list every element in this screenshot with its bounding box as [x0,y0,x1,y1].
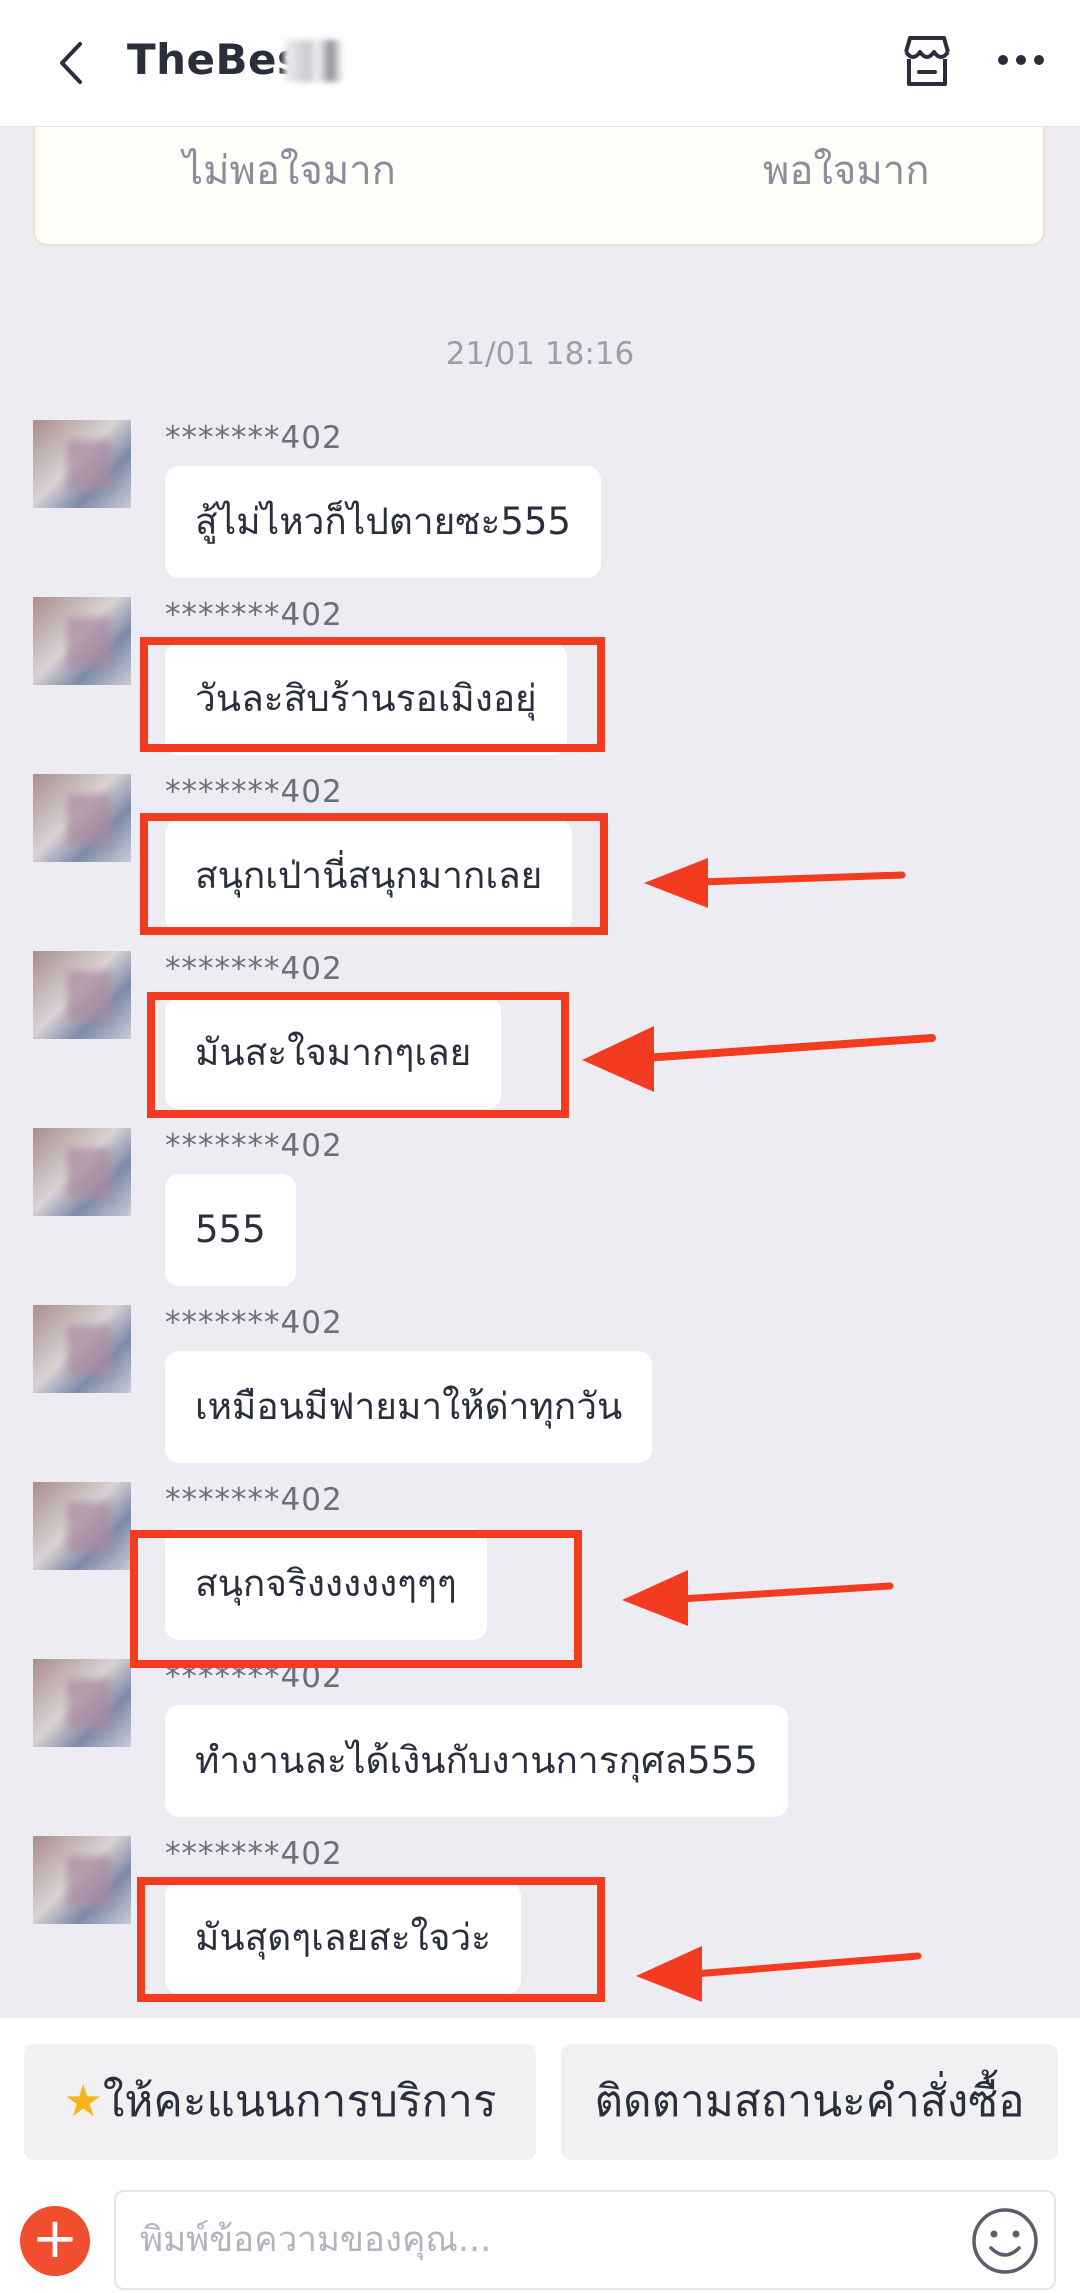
arrow-left-icon [644,858,906,908]
redacted-name-blur [284,40,342,82]
message-bubble[interactable]: เหมือนมีฟายมาให้ด่าทุกวัน [165,1351,653,1463]
more-icon[interactable] [996,52,1046,68]
sender-name: *******402 [165,1128,343,1164]
message-bubble[interactable]: 555 [165,1174,296,1286]
sender-name: *******402 [165,951,343,987]
chat-header: TheBest [0,0,1080,127]
arrow-left-icon [636,1946,922,2002]
service-rating-card: ไม่พอใจมาก พอใจมาก [33,110,1045,246]
message-input[interactable]: พิมพ์ข้อความของคุณ... [114,2190,1056,2290]
sender-name: *******402 [165,1482,343,1518]
avatar[interactable] [33,1305,131,1393]
track-order-label: ติดตามสถานะคำสั่งซื้อ [594,2076,1025,2127]
rating-very-satisfied[interactable]: พอใจมาก [763,138,929,202]
rating-very-dissatisfied[interactable]: ไม่พอใจมาก [183,138,396,202]
message-bubble[interactable]: สนุกจริงงงงงๆๆๆ [165,1528,487,1640]
store-icon[interactable] [898,32,956,90]
avatar[interactable] [33,1659,131,1747]
sender-name: *******402 [165,597,343,633]
rate-service-label: ให้คะแนนการบริการ [102,2076,497,2127]
message-bubble[interactable]: มันสะใจมากๆเลย [165,997,502,1109]
sender-name: *******402 [165,1659,343,1695]
arrow-left-icon [582,1026,936,1092]
star-icon: ★ [63,2076,103,2127]
emoji-icon[interactable] [970,2206,1040,2276]
avatar[interactable] [33,951,131,1039]
avatar[interactable] [33,774,131,862]
rate-service-button[interactable]: ★ให้คะแนนการบริการ [24,2044,536,2160]
message-bubble[interactable]: ทำงานละได้เงินกับงานการกุศล555 [165,1705,788,1817]
chat-timestamp: 21/01 18:16 [445,336,635,372]
avatar[interactable] [33,420,131,508]
track-order-button[interactable]: ติดตามสถานะคำสั่งซื้อ [561,2044,1058,2160]
quick-actions-bar: ★ให้คะแนนการบริการ ติดตามสถานะคำสั่งซื้อ [0,2018,1080,2178]
avatar[interactable] [33,597,131,685]
sender-name: *******402 [165,1836,343,1872]
message-input-bar: + พิมพ์ข้อความของคุณ... [0,2178,1080,2293]
sender-name: *******402 [165,420,343,456]
avatar[interactable] [33,1836,131,1924]
sender-name: *******402 [165,774,343,810]
message-bubble[interactable]: สู้ไม่ไหวก็ไปตายซะ555 [165,466,601,578]
avatar[interactable] [33,1128,131,1216]
add-attachment-button[interactable]: + [20,2206,90,2276]
back-icon[interactable] [52,38,92,88]
sender-name: *******402 [165,1305,343,1341]
message-bubble[interactable]: สนุกเป่านี่สนุกมากเลย [165,820,573,932]
message-bubble[interactable]: วันละสิบร้านรอเมิงอยุ่ [165,643,567,755]
arrow-left-icon [622,1570,894,1626]
message-bubble[interactable]: มันสุดๆเลยสะใจว่ะ [165,1882,522,1994]
avatar[interactable] [33,1482,131,1570]
